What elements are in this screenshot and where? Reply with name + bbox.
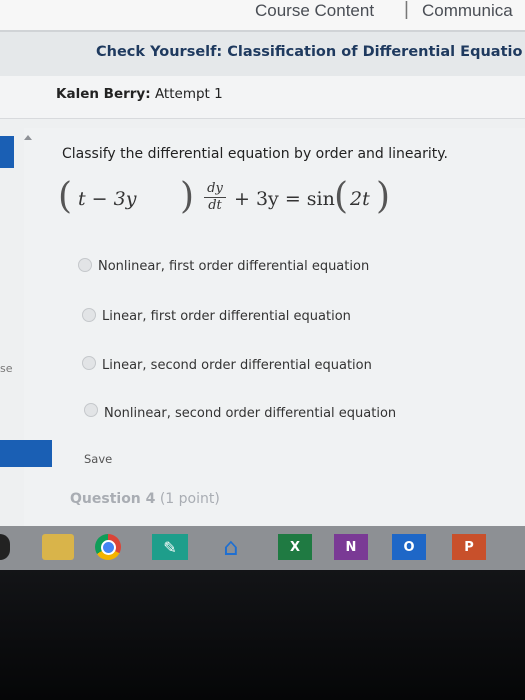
folder-icon[interactable] <box>42 534 74 560</box>
chrome-icon[interactable] <box>95 534 121 560</box>
attempt-label: Attempt 1 <box>154 86 223 102</box>
sidebar-clipped-text: se <box>0 362 13 375</box>
derivative-numerator: dy <box>207 181 223 196</box>
option-2-radio[interactable] <box>82 308 96 322</box>
question-marker <box>0 136 14 168</box>
option-3-radio[interactable] <box>82 356 96 370</box>
right-paren: ) <box>180 176 195 217</box>
equation-rhs-inner: 2t <box>350 188 370 210</box>
scroll-up-icon[interactable] <box>24 135 32 140</box>
student-name: Kalen Berry: <box>56 86 151 102</box>
onenote-icon[interactable]: N <box>334 534 368 560</box>
start-icon[interactable] <box>0 534 10 560</box>
save-button[interactable]: Save <box>84 452 112 466</box>
attempt-info: Kalen Berry: Attempt 1 <box>56 86 223 102</box>
tab-course-content[interactable]: Course Content <box>255 1 374 21</box>
option-1-label[interactable]: Nonlinear, first order differential equa… <box>98 259 369 274</box>
derivative-denominator: dt <box>208 198 222 213</box>
equation-lhs-inner: t − 3y <box>78 188 137 210</box>
browser-screen: Course Content | Communica Check Yoursel… <box>0 0 525 530</box>
sin-right-paren: ) <box>376 176 391 217</box>
equation-middle: + 3y = sin <box>234 188 335 210</box>
question-prompt: Classify the differential equation by or… <box>62 146 448 162</box>
taskbar: ✎ ⌂ X N O P <box>0 526 525 570</box>
nav-separator: | <box>404 0 409 20</box>
left-paren: ( <box>58 176 73 217</box>
option-4-label[interactable]: Nonlinear, second order differential equ… <box>104 406 396 421</box>
next-question-label: Question 4 <box>70 491 156 507</box>
sin-left-paren: ( <box>334 176 349 217</box>
powerpoint-icon[interactable]: P <box>452 534 486 560</box>
top-navigation: Course Content | Communica <box>0 0 525 30</box>
monitor-bezel <box>0 570 525 700</box>
option-3-label[interactable]: Linear, second order differential equati… <box>102 358 372 373</box>
next-question-heading: Question 4 (1 point) <box>70 491 220 507</box>
tab-communicate[interactable]: Communica <box>422 1 513 21</box>
next-question-points: (1 point) <box>159 491 220 507</box>
page-title: Check Yourself: Classification of Differ… <box>96 44 523 60</box>
home-icon[interactable]: ⌂ <box>216 533 246 561</box>
derivative-fraction: dy dt <box>204 182 226 213</box>
option-4-radio[interactable] <box>84 403 98 417</box>
attempt-bar: Kalen Berry: Attempt 1 <box>0 76 525 119</box>
differential-equation: ( t − 3y ) dy dt + 3y = sin ( 2t ) <box>58 176 390 228</box>
option-1-radio[interactable] <box>78 258 92 272</box>
outlook-icon[interactable]: O <box>392 534 426 560</box>
page-header: Check Yourself: Classification of Differ… <box>0 30 525 76</box>
excel-icon[interactable]: X <box>278 534 312 560</box>
teal-app-icon[interactable]: ✎ <box>152 534 188 560</box>
option-2-label[interactable]: Linear, first order differential equatio… <box>102 309 351 324</box>
save-bar <box>0 440 52 467</box>
